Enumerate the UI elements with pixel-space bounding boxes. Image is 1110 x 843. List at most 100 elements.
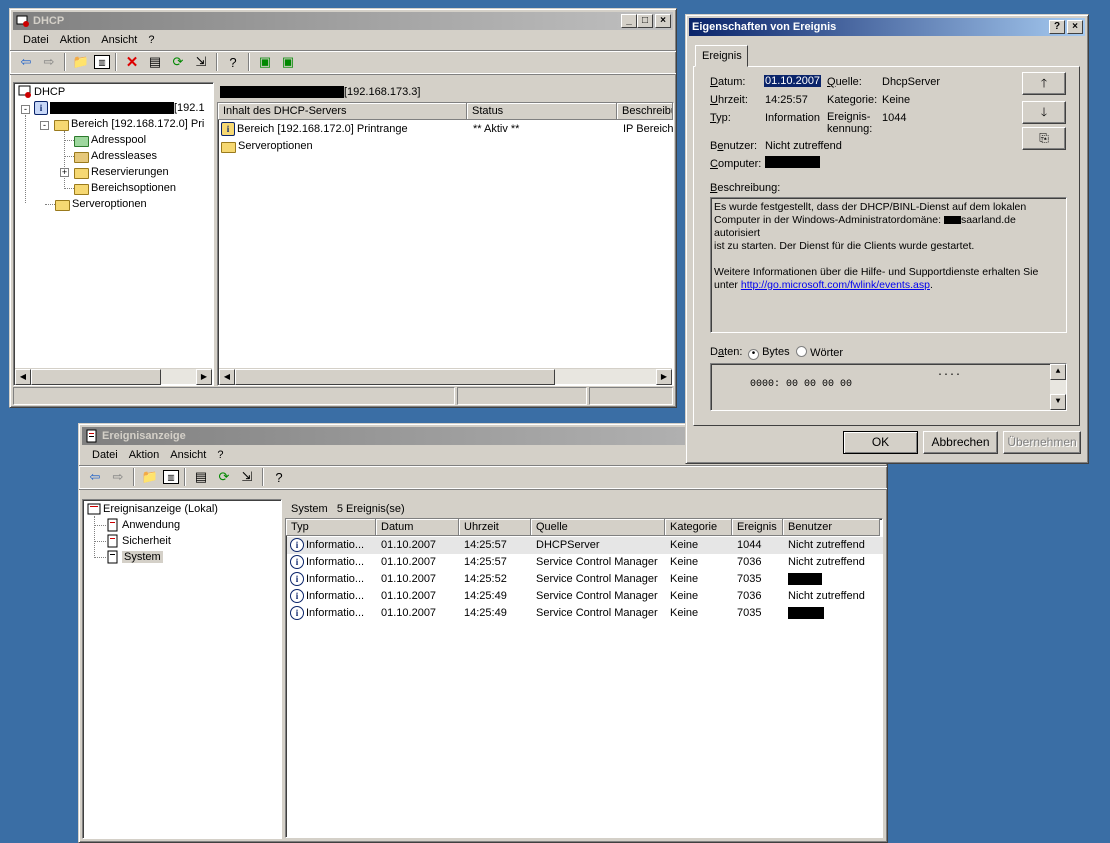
event-row[interactable]: i Informatio... 01.10.2007 14:25:49 Servi… [287,605,883,622]
col-header-kategorie[interactable]: Kategorie [665,519,732,536]
cancel-button[interactable]: Abbrechen [923,431,998,454]
col-header-uhrzeit[interactable]: Uhrzeit [459,519,531,536]
server-monitor-icon[interactable]: ▣ [255,52,275,72]
tree-scope[interactable]: Bereich [192.168.172.0] Pri [54,116,204,133]
scroll-left-button[interactable]: ◀ [219,369,235,385]
refresh-icon[interactable]: ⟳ [168,52,188,72]
menu-ansicht[interactable]: Ansicht [167,449,214,461]
show-tree-icon[interactable]: ▥ [163,470,179,484]
tree-root-dhcp[interactable]: DHCP [18,84,65,101]
menu-help[interactable]: ? [145,34,162,46]
value-benutzer: Nicht zutreffend [765,140,842,152]
dhcp-right-header: [192.168.173.3] [218,83,674,101]
menu-aktion[interactable]: Aktion [126,449,168,461]
help-button[interactable]: ? [1049,20,1065,34]
minimize-button[interactable]: _ [621,14,637,28]
show-tree-icon[interactable]: ▥ [94,55,110,69]
description-line: Weitere Informationen über die Hilfe- un… [714,266,1039,278]
radio-bytes[interactable]: • Bytes [748,346,790,360]
row-benutzer: Nicht zutreffend [788,539,865,551]
row-desc: IP Bereich [623,123,673,135]
col-header-benutzer[interactable]: Benutzer [783,519,880,536]
properties-icon[interactable]: ▤ [191,467,211,487]
collapse-server-toggle[interactable]: - [21,105,30,114]
collapse-scope-toggle[interactable]: - [40,121,49,130]
scroll-down-button[interactable]: ▼ [1050,394,1066,410]
export-icon[interactable]: ⇲ [237,467,257,487]
delete-icon[interactable]: ✕ [122,52,142,72]
table-row[interactable]: Serveroptionen [221,138,671,155]
col-header-typ[interactable]: Typ [286,519,376,536]
forward-arrow-icon[interactable]: ⇨ [108,467,128,487]
col-header-quelle[interactable]: Quelle [531,519,665,536]
event-properties-dialog: Eigenschaften von Ereignis ? × Ereignis … [685,14,1089,464]
tab-ereignis[interactable]: Ereignis [695,45,748,67]
ok-button[interactable]: OK [843,431,918,454]
help-icon[interactable]: ? [223,52,243,72]
apply-button[interactable]: Übernehmen [1003,431,1081,454]
event-row[interactable]: i Informatio... 01.10.2007 14:25:57 DHCPS… [287,537,883,554]
tree-bereichsoptionen[interactable]: Bereichsoptionen [74,180,176,197]
label-uhrzeit: Uhrzeit: [710,94,748,106]
properties-icon[interactable]: ▤ [145,52,165,72]
back-arrow-icon[interactable]: ⇦ [16,52,36,72]
event-row[interactable]: i Informatio... 01.10.2007 14:25:52 Servi… [287,571,883,588]
tree-system[interactable]: System [106,549,163,566]
scroll-thumb[interactable] [31,369,161,385]
scroll-up-button[interactable]: ▲ [1050,364,1066,380]
previous-event-button[interactable]: 🡑 [1022,72,1066,95]
expand-reservations-toggle[interactable]: + [60,168,69,177]
tree-anwendung[interactable]: Anwendung [106,517,180,534]
event-row[interactable]: i Informatio... 01.10.2007 14:25:57 Servi… [287,554,883,571]
scroll-left-button[interactable]: ◀ [15,369,31,385]
menu-help[interactable]: ? [214,449,231,461]
description-box[interactable]: Es wurde festgestellt, dass der DHCP/BIN… [710,197,1067,333]
value-datum[interactable]: 01.10.2007 [764,75,822,87]
forward-arrow-icon[interactable]: ⇨ [39,52,59,72]
refresh-icon[interactable]: ⟳ [214,467,234,487]
col-header-datum[interactable]: Datum [376,519,459,536]
copy-button[interactable]: ⎘ [1022,127,1066,150]
up-folder-icon[interactable]: 📁 [140,467,160,487]
scroll-right-button[interactable]: ▶ [196,369,212,385]
server-add-icon[interactable]: ▣ [278,52,298,72]
menu-datei[interactable]: Datei [20,34,57,46]
scroll-right-button[interactable]: ▶ [656,369,672,385]
col-header-inhalt[interactable]: Inhalt des DHCP-Servers [218,103,467,120]
content-hscrollbar[interactable]: ◀ ▶ [219,368,672,385]
close-button[interactable]: × [1067,20,1083,34]
tree-sicherheit[interactable]: Sicherheit [106,533,171,550]
tree-reservierungen[interactable]: Reservierungen [74,164,169,181]
tree-hscrollbar[interactable]: ◀ ▶ [15,368,212,385]
table-row[interactable]: i Bereich [192.168.172.0] Printrange ** A… [221,121,673,138]
up-folder-icon[interactable]: 📁 [71,52,91,72]
value-uhrzeit: 14:25:57 [765,94,808,106]
help-icon[interactable]: ? [269,467,289,487]
label-kategorie: Kategorie: [827,94,878,106]
next-event-button[interactable]: 🡓 [1022,101,1066,124]
tree-adressleases[interactable]: Adressleases [74,148,157,165]
radio-woerter[interactable]: Wörter [796,346,843,359]
row-uhrzeit: 14:25:57 [464,556,507,568]
menu-aktion[interactable]: Aktion [57,34,99,46]
menu-datei[interactable]: Datei [89,449,126,461]
col-header-beschreibung[interactable]: Beschreibu [617,103,673,120]
col-header-ereignis[interactable]: Ereignis [732,519,783,536]
dhcp-titlebar[interactable]: DHCP _ □ × [13,12,673,30]
maximize-button[interactable]: □ [637,14,653,28]
tree-eventviewer-root[interactable]: Ereignisanzeige (Lokal) [87,501,218,518]
scroll-thumb[interactable] [235,369,555,385]
data-box[interactable]: 0000: 00 00 00 00.... ▲ ▼ [710,363,1067,411]
export-icon[interactable]: ⇲ [191,52,211,72]
help-link[interactable]: http://go.microsoft.com/fwlink/events.as… [741,279,930,291]
close-button[interactable]: × [655,14,671,28]
tree-server[interactable]: i [192.1 [34,100,205,117]
menu-ansicht[interactable]: Ansicht [98,34,145,46]
back-arrow-icon[interactable]: ⇦ [85,467,105,487]
tree-serveroptionen[interactable]: Serveroptionen [55,196,147,213]
event-row[interactable]: i Informatio... 01.10.2007 14:25:49 Servi… [287,588,883,605]
row-ereignis: 7036 [737,590,762,602]
properties-titlebar[interactable]: Eigenschaften von Ereignis ? × [689,18,1085,36]
col-header-status[interactable]: Status [467,103,617,120]
tree-adresspool[interactable]: Adresspool [74,132,146,149]
